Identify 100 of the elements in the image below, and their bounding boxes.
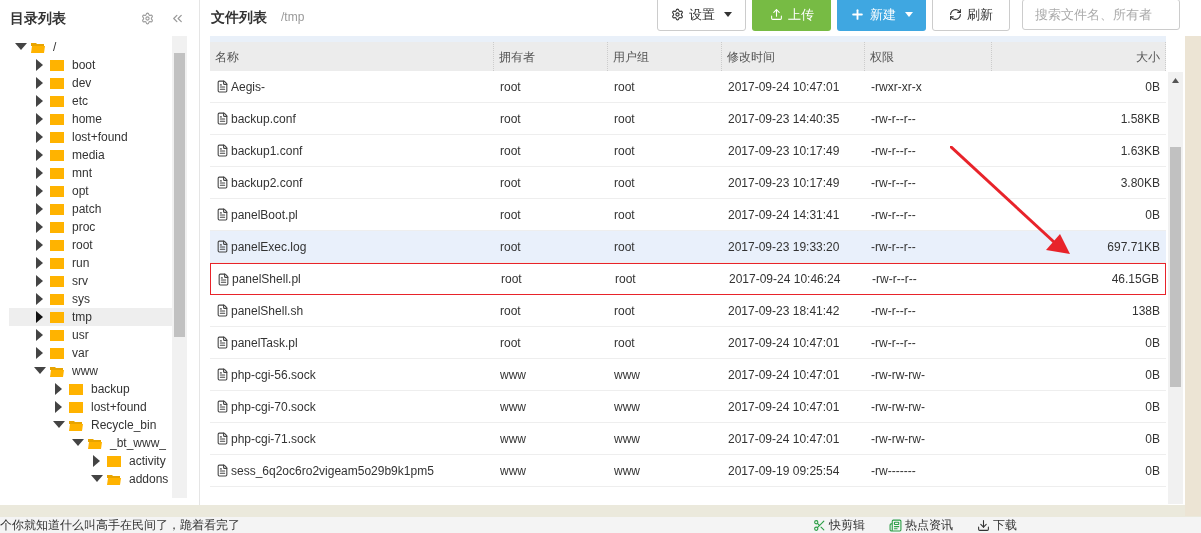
file-row[interactable]: panelExec.log root root 2017-09-23 19:33:20 -rw-r--r-- 697.71KB	[210, 231, 1166, 263]
file-row[interactable]: backup1.conf root root 2017-09-23 10:17:49 -rw-r--r-- 1.63KB	[210, 135, 1166, 167]
settings-icon[interactable]	[141, 11, 154, 25]
file-row[interactable]: sess_6q2oc6ro2vigeam5o29b9k1pm5 www www 2017-09-19 09:25:54 -rw------- 0B	[210, 455, 1166, 487]
expand-triangle-icon[interactable]	[55, 401, 63, 413]
file-row[interactable]: Aegis- root root 2017-09-24 10:47:01 -rwxr-xr-x 0B	[210, 71, 1166, 103]
expand-triangle-icon[interactable]	[36, 185, 44, 197]
tree-item[interactable]: media	[9, 146, 172, 164]
folder-name: run	[72, 255, 90, 272]
expand-triangle-icon[interactable]	[36, 95, 44, 107]
expand-triangle-icon[interactable]	[36, 131, 44, 143]
tree-item[interactable]: var	[9, 344, 172, 362]
tree-item[interactable]: lost+found	[9, 398, 172, 416]
table-cell-text: -rw-rw-rw-	[871, 430, 925, 448]
tree-item[interactable]: root	[9, 236, 172, 254]
folder-name: addons	[129, 471, 169, 488]
expand-triangle-icon[interactable]	[36, 77, 44, 89]
expand-triangle-icon[interactable]	[93, 455, 101, 467]
folder-name: _bt_www_	[110, 435, 167, 452]
tree-item[interactable]: _bt_www_	[9, 434, 172, 452]
collapse-triangle-icon[interactable]	[72, 439, 84, 447]
file-row[interactable]: panelShell.pl root root 2017-09-24 10:46:24 -rw-r--r-- 46.15GB	[210, 263, 1166, 295]
collapse-triangle-icon[interactable]	[34, 367, 46, 375]
expand-triangle-icon[interactable]	[36, 149, 44, 161]
tree-item[interactable]: boot	[9, 56, 172, 74]
tree-item[interactable]: addons	[9, 470, 172, 488]
folder-name: usr	[72, 327, 89, 344]
tree-item[interactable]: Recycle_bin	[9, 416, 172, 434]
file-row[interactable]: php-cgi-56.sock www www 2017-09-24 10:47:01 -rw-rw-rw- 0B	[210, 359, 1166, 391]
settings-button[interactable]: 设置	[657, 0, 746, 31]
tree-item[interactable]: tmp	[9, 308, 172, 326]
expand-triangle-icon[interactable]	[36, 203, 44, 215]
file-icon	[216, 240, 229, 253]
refresh-button[interactable]: 刷新	[932, 0, 1010, 31]
collapse-triangle-icon[interactable]	[53, 421, 65, 429]
scrollbar[interactable]	[172, 36, 187, 498]
table-cell-text: -rw-r--r--	[871, 174, 916, 192]
file-row[interactable]: panelTask.pl root root 2017-09-24 10:47:01 -rw-r--r-- 0B	[210, 327, 1166, 359]
expand-triangle-icon[interactable]	[36, 329, 44, 341]
status-text: 个你就知道什么叫高手在民间了，跪着看完了	[0, 517, 241, 533]
folder-name: boot	[72, 57, 96, 74]
table-cell-text: 46.15GB	[1111, 271, 1159, 288]
expand-triangle-icon[interactable]	[36, 59, 44, 71]
tree-item[interactable]: patch	[9, 200, 172, 218]
status-item[interactable]: 快剪辑	[813, 516, 865, 533]
tree-item[interactable]: /	[9, 38, 172, 56]
expand-triangle-icon[interactable]	[36, 257, 44, 269]
tree-item[interactable]: home	[9, 110, 172, 128]
tree-item[interactable]: srv	[9, 272, 172, 290]
tree-item[interactable]: sys	[9, 290, 172, 308]
table-cell-text: 2017-09-24 10:47:01	[728, 366, 840, 384]
collapse-triangle-icon[interactable]	[15, 43, 27, 51]
search-field[interactable]: 搜索文件名、所有者	[1022, 0, 1180, 30]
file-row[interactable]: backup2.conf root root 2017-09-23 10:17:49 -rw-r--r-- 3.80KB	[210, 167, 1166, 199]
column-header[interactable]: 大小	[992, 42, 1166, 71]
expand-triangle-icon[interactable]	[36, 293, 44, 305]
expand-triangle-icon[interactable]	[36, 347, 44, 359]
tree-item[interactable]: usr	[9, 326, 172, 344]
expand-triangle-icon[interactable]	[36, 239, 44, 251]
tree-item[interactable]: proc	[9, 218, 172, 236]
column-header[interactable]: 权限	[865, 42, 992, 71]
expand-triangle-icon[interactable]	[36, 311, 44, 323]
folder-name: patch	[72, 201, 102, 218]
table-cell-text: 0B	[1145, 78, 1160, 96]
collapse-triangle-icon[interactable]	[91, 475, 103, 483]
expand-triangle-icon[interactable]	[36, 221, 44, 233]
scrollbar[interactable]	[1168, 72, 1183, 504]
expand-triangle-icon[interactable]	[36, 167, 44, 179]
tree-item[interactable]: mnt	[9, 164, 172, 182]
tree-item[interactable]: www	[9, 362, 172, 380]
column-header[interactable]: 拥有者	[494, 42, 608, 71]
column-header[interactable]: 名称	[210, 42, 494, 71]
tree-item[interactable]: dev	[9, 74, 172, 92]
expand-triangle-icon[interactable]	[55, 383, 63, 395]
column-header[interactable]: 修改时间	[722, 42, 865, 71]
table-cell-text: root	[500, 206, 521, 224]
file-icon	[216, 304, 229, 317]
column-header[interactable]: 用户组	[608, 42, 722, 71]
expand-triangle-icon[interactable]	[36, 275, 44, 287]
file-icon	[216, 336, 229, 349]
scroll-up-icon[interactable]	[1172, 78, 1179, 83]
status-item[interactable]: 热点资讯	[889, 516, 953, 533]
tree-item[interactable]: etc	[9, 92, 172, 110]
tree-item[interactable]: run	[9, 254, 172, 272]
file-row[interactable]: php-cgi-71.sock www www 2017-09-24 10:47:01 -rw-rw-rw- 0B	[210, 423, 1166, 455]
tree-item[interactable]: activity	[9, 452, 172, 470]
folder-name: dev	[72, 75, 92, 92]
tree-item[interactable]: backup	[9, 380, 172, 398]
file-icon	[216, 80, 229, 93]
expand-triangle-icon[interactable]	[36, 113, 44, 125]
tree-item[interactable]: opt	[9, 182, 172, 200]
file-row[interactable]: panelShell.sh root root 2017-09-23 18:41:42 -rw-r--r-- 138B	[210, 295, 1166, 327]
file-row[interactable]: php-cgi-70.sock www www 2017-09-24 10:47:01 -rw-rw-rw- 0B	[210, 391, 1166, 423]
file-row[interactable]: backup.conf root root 2017-09-23 14:40:35 -rw-r--r-- 1.58KB	[210, 103, 1166, 135]
table-cell-text: www	[500, 430, 526, 448]
status-item[interactable]: 下载	[977, 516, 1017, 533]
table-cell-text: php-cgi-56.sock	[231, 366, 316, 384]
tree-item[interactable]: lost+found	[9, 128, 172, 146]
folder-icon	[50, 347, 64, 359]
file-icon	[216, 176, 229, 189]
